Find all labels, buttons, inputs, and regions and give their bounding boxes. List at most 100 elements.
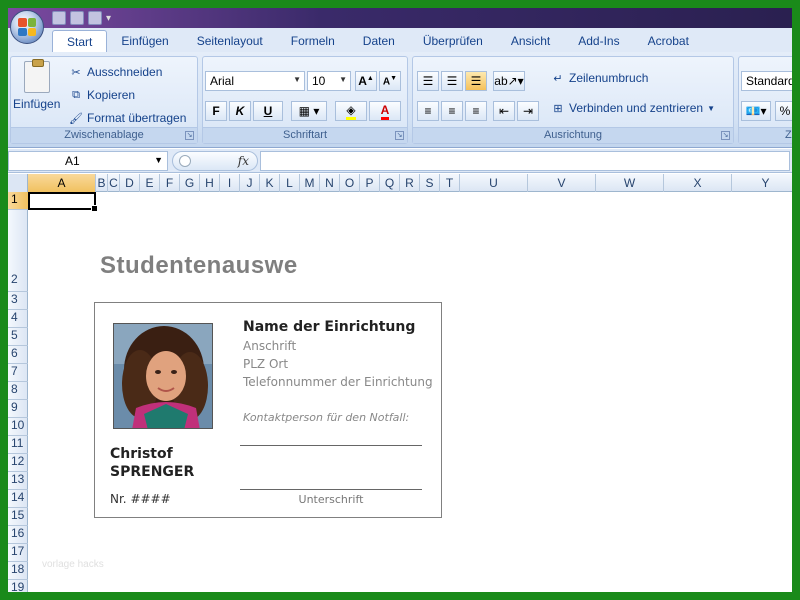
row-header[interactable]: 13 <box>8 472 28 490</box>
fx-button[interactable]: fx <box>172 151 258 171</box>
font-launcher-icon[interactable]: ↘ <box>395 131 404 140</box>
page-title: Studentenauswe <box>100 252 298 279</box>
column-header[interactable]: G <box>180 174 200 192</box>
column-header[interactable]: J <box>240 174 260 192</box>
underline-button[interactable]: U <box>253 101 283 121</box>
font-name-select[interactable]: Arial ▼ <box>205 71 305 91</box>
align-right-button[interactable]: ≡ <box>465 101 487 121</box>
paste-button[interactable]: Einfügen <box>13 59 60 111</box>
office-logo-icon <box>18 18 36 36</box>
active-cell-a1[interactable] <box>28 192 98 212</box>
column-header[interactable]: U <box>460 174 528 192</box>
orientation-button[interactable]: ab↗▾ <box>493 71 525 91</box>
column-header[interactable]: B <box>96 174 108 192</box>
font-color-button[interactable]: A <box>369 101 401 121</box>
alignment-launcher-icon[interactable]: ↘ <box>721 131 730 140</box>
increase-indent-button[interactable]: ⇥ <box>517 101 539 121</box>
column-header[interactable]: D <box>120 174 140 192</box>
row-header[interactable]: 7 <box>8 364 28 382</box>
row-header[interactable]: 9 <box>8 400 28 418</box>
tab-addins[interactable]: Add-Ins <box>564 30 633 52</box>
row-header[interactable]: 2 <box>8 210 28 292</box>
qat-customize-icon[interactable]: ▾ <box>106 13 111 24</box>
column-header[interactable]: X <box>664 174 732 192</box>
row-header[interactable]: 18 <box>8 562 28 580</box>
row-header[interactable]: 8 <box>8 382 28 400</box>
column-header[interactable]: R <box>400 174 420 192</box>
tab-einfuegen[interactable]: Einfügen <box>107 30 182 52</box>
wrap-text-button[interactable]: ↵ Zeilenumbruch <box>551 71 648 85</box>
number-format-select[interactable]: Standard <box>741 71 792 91</box>
office-button[interactable] <box>10 10 44 44</box>
column-header[interactable]: H <box>200 174 220 192</box>
align-center-button[interactable]: ≡ <box>441 101 463 121</box>
row-header[interactable]: 12 <box>8 454 28 472</box>
redo-icon[interactable] <box>88 11 102 25</box>
column-header[interactable]: N <box>320 174 340 192</box>
column-header[interactable]: I <box>220 174 240 192</box>
column-header[interactable]: O <box>340 174 360 192</box>
row-header[interactable]: 3 <box>8 292 28 310</box>
font-size-select[interactable]: 10 ▼ <box>307 71 351 91</box>
column-header[interactable]: S <box>420 174 440 192</box>
shrink-font-button[interactable]: A▼ <box>379 71 401 91</box>
row-header[interactable]: 16 <box>8 526 28 544</box>
align-left-button[interactable]: ≡ <box>417 101 439 121</box>
column-header[interactable]: K <box>260 174 280 192</box>
row-header[interactable]: 19 <box>8 580 28 592</box>
column-header[interactable]: F <box>160 174 180 192</box>
decrease-indent-button[interactable]: ⇤ <box>493 101 515 121</box>
tab-ueberpruefen[interactable]: Überprüfen <box>409 30 497 52</box>
format-painter-button[interactable]: 🖌 Format übertragen <box>69 111 186 125</box>
spreadsheet-grid[interactable]: A B C D E F G H I J K L M N O P Q R S T … <box>8 174 792 592</box>
column-header[interactable]: Q <box>380 174 400 192</box>
tab-start[interactable]: Start <box>52 30 108 52</box>
tab-ansicht[interactable]: Ansicht <box>497 30 564 52</box>
cut-button[interactable]: ✂ Ausschneiden <box>69 65 162 79</box>
row-header[interactable]: 4 <box>8 310 28 328</box>
row-header[interactable]: 15 <box>8 508 28 526</box>
column-header[interactable]: W <box>596 174 664 192</box>
fill-color-button[interactable]: ◈ <box>335 101 367 121</box>
percent-button[interactable]: % <box>775 101 792 121</box>
column-header[interactable]: M <box>300 174 320 192</box>
tab-formeln[interactable]: Formeln <box>277 30 349 52</box>
tab-daten[interactable]: Daten <box>349 30 409 52</box>
align-middle-button[interactable]: ☰ <box>441 71 463 91</box>
column-header[interactable]: C <box>108 174 120 192</box>
column-header[interactable]: Y <box>732 174 792 192</box>
align-bottom-button[interactable]: ☰ <box>465 71 487 91</box>
number-group-label: Z <box>739 127 792 143</box>
row-header[interactable]: 6 <box>8 346 28 364</box>
row-header[interactable]: 1 <box>8 192 28 210</box>
name-box[interactable]: A1 ▼ <box>8 151 168 171</box>
tab-acrobat[interactable]: Acrobat <box>634 30 703 52</box>
align-right-icon: ≡ <box>472 104 480 118</box>
column-header[interactable]: T <box>440 174 460 192</box>
column-header[interactable]: V <box>528 174 596 192</box>
column-header[interactable]: L <box>280 174 300 192</box>
undo-icon[interactable] <box>70 11 84 25</box>
row-header[interactable]: 5 <box>8 328 28 346</box>
bold-button[interactable]: F <box>205 101 227 121</box>
copy-button[interactable]: ⧉ Kopieren <box>69 88 135 102</box>
formula-input[interactable] <box>260 151 790 171</box>
row-header[interactable]: 17 <box>8 544 28 562</box>
alignment-group-label: Ausrichtung <box>413 127 733 143</box>
row-header[interactable]: 14 <box>8 490 28 508</box>
currency-button[interactable]: 💶▾ <box>741 101 771 121</box>
align-top-button[interactable]: ☰ <box>417 71 439 91</box>
italic-button[interactable]: K <box>229 101 251 121</box>
tab-seitenlayout[interactable]: Seitenlayout <box>183 30 277 52</box>
row-header[interactable]: 11 <box>8 436 28 454</box>
column-header[interactable]: A <box>28 174 96 192</box>
merge-center-button[interactable]: ⊞ Verbinden und zentrieren ▼ <box>551 101 715 115</box>
grow-font-button[interactable]: A▲ <box>355 71 377 91</box>
borders-button[interactable]: ▦ ▾ <box>291 101 327 121</box>
row-header[interactable]: 10 <box>8 418 28 436</box>
select-all-corner[interactable] <box>8 174 28 192</box>
column-header[interactable]: E <box>140 174 160 192</box>
clipboard-launcher-icon[interactable]: ↘ <box>185 131 194 140</box>
save-icon[interactable] <box>52 11 66 25</box>
column-header[interactable]: P <box>360 174 380 192</box>
